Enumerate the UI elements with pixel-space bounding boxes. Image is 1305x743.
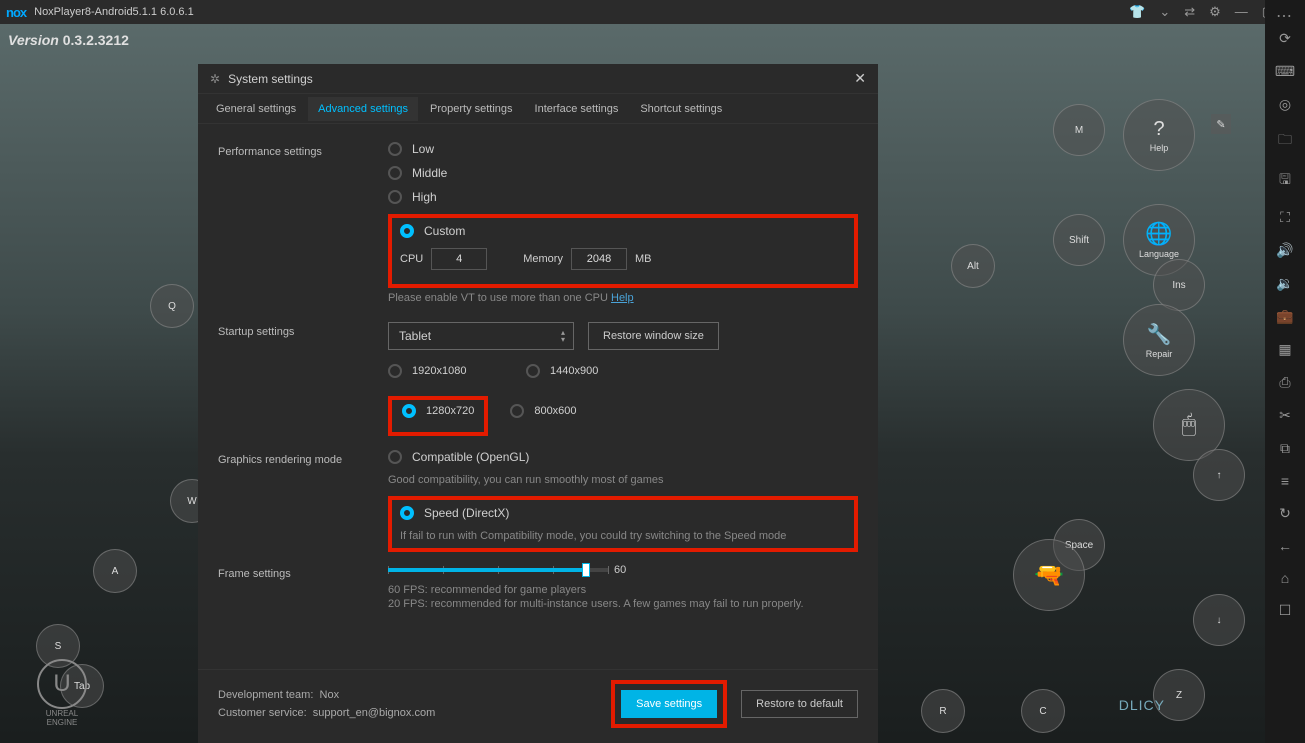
briefcase-icon[interactable]: 💼 bbox=[1276, 308, 1293, 325]
window-title: NoxPlayer8-Android5.1.1 6.0.6.1 bbox=[34, 6, 1129, 18]
graphics-label: Graphics rendering mode bbox=[218, 450, 388, 556]
tab-property[interactable]: Property settings bbox=[430, 103, 513, 115]
fps-hint-60: 60 FPS: recommended for game players bbox=[388, 584, 858, 596]
save-settings-button[interactable]: Save settings bbox=[621, 690, 717, 718]
title-bar: nox NoxPlayer8-Android5.1.1 6.0.6.1 👕 ⌄ … bbox=[0, 0, 1305, 24]
frame-slider[interactable] bbox=[388, 568, 608, 572]
location-icon[interactable]: ◎ bbox=[1279, 96, 1291, 113]
key-alt[interactable]: Alt bbox=[951, 244, 995, 288]
dialog-title: System settings bbox=[228, 72, 313, 86]
perf-custom[interactable]: Custom bbox=[400, 224, 846, 238]
tab-shortcut[interactable]: Shortcut settings bbox=[640, 103, 722, 115]
chevron-down-icon[interactable]: ⌄ bbox=[1159, 4, 1170, 20]
scissors-icon[interactable]: ✂ bbox=[1279, 407, 1291, 424]
grid-icon[interactable]: ▦ bbox=[1278, 341, 1291, 358]
back-icon[interactable]: ← bbox=[1278, 538, 1292, 554]
restore-window-size-button[interactable]: Restore window size bbox=[588, 322, 719, 350]
rotate-icon[interactable]: ⟳ bbox=[1279, 30, 1291, 47]
game-version: Version 0.3.2.3212 bbox=[8, 32, 129, 48]
tshirt-icon[interactable]: 👕 bbox=[1129, 4, 1145, 20]
memory-input[interactable] bbox=[571, 248, 627, 270]
keyboard-icon[interactable]: ⌨ bbox=[1275, 63, 1295, 80]
performance-label: Performance settings bbox=[218, 142, 388, 314]
unreal-logo: U UNREAL ENGINE bbox=[22, 653, 102, 733]
gear-icon[interactable]: ⚙ bbox=[1209, 4, 1221, 20]
vt-hint: Please enable VT to use more than one CP… bbox=[388, 292, 858, 304]
help-wheel[interactable]: ?Help bbox=[1123, 99, 1195, 171]
emulator-viewport: Version 0.3.2.3212 Q W A S Tab ?Help M ✎… bbox=[0, 24, 1265, 743]
team-label: Development team: bbox=[218, 689, 313, 701]
dialog-footer: Development team: Nox Customer service: … bbox=[198, 669, 878, 743]
fps-hint-20: 20 FPS: recommended for multi-instance u… bbox=[388, 598, 858, 610]
tab-general[interactable]: General settings bbox=[216, 103, 296, 115]
res-1920x1080[interactable]: 1920x1080 bbox=[388, 364, 518, 378]
res-1440x900[interactable]: 1440x900 bbox=[526, 364, 656, 378]
shuffle-icon[interactable]: ⇄ bbox=[1184, 4, 1195, 20]
memory-label: Memory bbox=[523, 253, 563, 265]
tab-advanced[interactable]: Advanced settings bbox=[308, 97, 418, 121]
chevron-updown-icon: ▴▾ bbox=[561, 329, 565, 343]
volume-up-icon[interactable]: 🔊 bbox=[1276, 242, 1293, 259]
apk-icon[interactable]: ⎙ bbox=[1279, 374, 1290, 391]
key-r[interactable]: R bbox=[921, 689, 965, 733]
startup-mode-select[interactable]: Tablet ▴▾ bbox=[388, 322, 574, 350]
save-icon[interactable]: 🖫 bbox=[1279, 169, 1291, 193]
close-icon[interactable]: ✕ bbox=[854, 70, 866, 87]
perf-high[interactable]: High bbox=[388, 190, 858, 204]
frame-label: Frame settings bbox=[218, 564, 388, 620]
key-q[interactable]: Q bbox=[150, 284, 194, 328]
compat-hint: Good compatibility, you can run smoothly… bbox=[388, 474, 858, 486]
recent-icon[interactable]: ☐ bbox=[1279, 602, 1292, 619]
frame-value: 60 bbox=[614, 564, 626, 576]
settings-body: Performance settings Low Middle High Cus… bbox=[198, 124, 878, 680]
res-800x600[interactable]: 800x600 bbox=[510, 396, 576, 426]
highlight-speed: Speed (DirectX) If fail to run with Comp… bbox=[388, 496, 858, 552]
edit-icon[interactable]: ✎ bbox=[1211, 114, 1231, 134]
graphics-compatible[interactable]: Compatible (OpenGL) bbox=[388, 450, 858, 464]
repair-wheel[interactable]: 🔧Repair bbox=[1123, 304, 1195, 376]
service-value: support_en@bignox.com bbox=[313, 707, 435, 719]
key-c[interactable]: C bbox=[1021, 689, 1065, 733]
arrow-down-key[interactable]: ↓ bbox=[1193, 594, 1245, 646]
dialog-header: ✲ System settings ✕ bbox=[198, 64, 878, 94]
volume-down-icon[interactable]: 🔉 bbox=[1276, 275, 1293, 292]
menu-icon[interactable]: ≡ bbox=[1281, 473, 1289, 489]
arrow-up-key[interactable]: ↑ bbox=[1193, 449, 1245, 501]
startup-label: Startup settings bbox=[218, 322, 388, 436]
nox-logo: nox bbox=[6, 5, 26, 20]
multi-window-icon[interactable]: ⧉ bbox=[1280, 440, 1290, 457]
home-icon[interactable]: ⌂ bbox=[1281, 570, 1289, 586]
res-1280x720[interactable]: 1280x720 bbox=[402, 404, 474, 418]
graphics-speed[interactable]: Speed (DirectX) bbox=[400, 506, 846, 520]
gun-wheel[interactable]: 🔫 bbox=[1013, 539, 1085, 611]
gear-icon: ✲ bbox=[210, 72, 220, 86]
perf-low[interactable]: Low bbox=[388, 142, 858, 156]
key-shift[interactable]: Shift bbox=[1053, 214, 1105, 266]
key-a[interactable]: A bbox=[93, 549, 137, 593]
perf-middle[interactable]: Middle bbox=[388, 166, 858, 180]
minimize-icon[interactable]: — bbox=[1235, 4, 1248, 20]
restore-default-button[interactable]: Restore to default bbox=[741, 690, 858, 718]
highlight-custom: Custom CPU Memory MB bbox=[388, 214, 858, 288]
emulator-sidebar: ⋯ ⟳ ⌨ ◎ 🗀 🖫 ⛶ 🔊 🔉 💼 ▦ ⎙ ✂ ⧉ ≡ ↻ ← ⌂ ☐ bbox=[1265, 0, 1305, 743]
settings-tabs: General settings Advanced settings Prope… bbox=[198, 94, 878, 124]
cpu-input[interactable] bbox=[431, 248, 487, 270]
team-value: Nox bbox=[320, 689, 340, 701]
cpu-label: CPU bbox=[400, 253, 423, 265]
policy-text: DLICY bbox=[1119, 697, 1165, 713]
highlight-1280x720: 1280x720 bbox=[388, 396, 488, 436]
fullscreen-icon[interactable]: ⛶ bbox=[1280, 209, 1290, 226]
memory-unit: MB bbox=[635, 253, 652, 265]
refresh-icon[interactable]: ↻ bbox=[1279, 505, 1291, 522]
key-m[interactable]: M bbox=[1053, 104, 1105, 156]
key-z[interactable]: Z bbox=[1153, 669, 1205, 721]
folder-icon[interactable]: 🗀 bbox=[1278, 129, 1292, 153]
system-settings-dialog: ✲ System settings ✕ General settings Adv… bbox=[198, 64, 878, 743]
speed-hint: If fail to run with Compatibility mode, … bbox=[400, 530, 846, 542]
tab-interface[interactable]: Interface settings bbox=[535, 103, 619, 115]
highlight-save: Save settings bbox=[611, 680, 727, 728]
more-icon[interactable]: ⋯ bbox=[1276, 6, 1293, 26]
help-link[interactable]: Help bbox=[611, 292, 634, 304]
service-label: Customer service: bbox=[218, 707, 307, 719]
